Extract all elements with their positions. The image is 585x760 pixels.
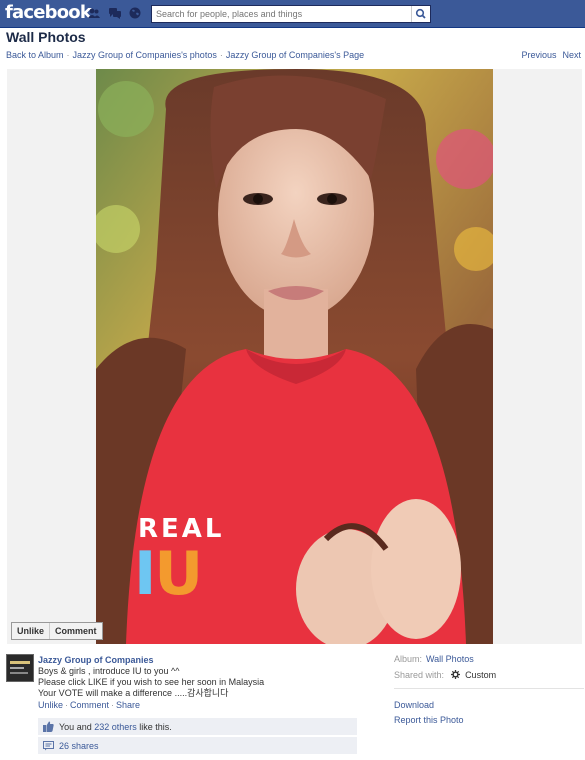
search-input[interactable] (152, 6, 412, 22)
overlay-iu-text: IU (134, 544, 203, 604)
post-unlike-link[interactable]: Unlike (38, 700, 63, 710)
album-row: Album: Wall Photos (394, 654, 584, 665)
download-link[interactable]: Download (394, 698, 464, 713)
likes-suffix: like this. (136, 722, 172, 732)
breadcrumb: Back to Album · Jazzy Group of Companies's… (6, 50, 364, 60)
post-line: Your VOTE will make a difference .....감사… (38, 688, 229, 698)
photo-action-buttons: Unlike Comment (11, 622, 103, 640)
shared-with-label: Shared with: (394, 670, 445, 680)
post-line: Boys & girls , introduce IU to you ^^ (38, 666, 180, 676)
top-bar: facebook (0, 0, 585, 28)
album-link[interactable]: Wall Photos (426, 654, 474, 664)
action-separator: · (111, 700, 115, 710)
notifications-globe-icon[interactable] (129, 7, 141, 19)
likes-row: You and 232 others like this. (38, 718, 357, 735)
likes-text: You and 232 others like this. (59, 722, 172, 732)
shares-row: 26 shares (38, 737, 357, 754)
photo-pager: Previous Next (515, 50, 581, 60)
gear-icon (450, 670, 460, 682)
search-button[interactable] (411, 6, 430, 22)
unlike-button[interactable]: Unlike (12, 623, 49, 639)
others-like-link[interactable]: 232 others (94, 722, 137, 732)
back-to-album-link[interactable]: Back to Album (6, 50, 64, 60)
photo-meta: Album: Wall Photos Shared with: Custom (394, 654, 584, 687)
overlay-u-letter: U (154, 539, 203, 609)
shares-link[interactable]: 26 shares (59, 741, 99, 751)
company-logo-icon (7, 655, 33, 681)
post-actions: Unlike · Comment · Share (38, 700, 358, 711)
company-photos-link[interactable]: Jazzy Group of Companies's photos (73, 50, 217, 60)
album-label: Album: (394, 654, 423, 664)
thumbs-up-icon (43, 721, 54, 732)
avatar[interactable] (6, 654, 34, 682)
messages-icon[interactable] (109, 7, 121, 19)
search-box (151, 5, 431, 23)
breadcrumb-separator: · (66, 50, 70, 60)
real-iu-overlay: REAL IU (134, 516, 224, 604)
previous-link[interactable]: Previous (521, 50, 556, 60)
post-line: Please click LIKE if you wish to see her… (38, 677, 265, 687)
shared-with-row: Shared with: Custom (394, 670, 584, 682)
action-separator: · (65, 700, 69, 710)
post-share-link[interactable]: Share (116, 700, 140, 710)
meta-divider (394, 688, 584, 689)
photo-options: Download Report this Photo (394, 698, 464, 728)
post-author-link[interactable]: Jazzy Group of Companies (38, 655, 358, 666)
post-comment-link[interactable]: Comment (70, 700, 109, 710)
overlay-i-letter: I (134, 539, 156, 609)
friend-requests-icon[interactable] (88, 7, 100, 19)
post-message: Boys & girls , introduce IU to you ^^ Pl… (38, 666, 358, 699)
facebook-logo[interactable]: facebook (5, 2, 92, 23)
share-icon (43, 741, 54, 751)
privacy-selector[interactable]: Custom (465, 670, 496, 680)
main-photo[interactable]: REAL IU (96, 69, 493, 644)
likes-prefix: You and (59, 722, 95, 732)
next-link[interactable]: Next (562, 50, 581, 60)
report-photo-link[interactable]: Report this Photo (394, 713, 464, 728)
breadcrumb-separator: · (219, 50, 223, 60)
comment-button[interactable]: Comment (49, 623, 102, 639)
page-title: Wall Photos (6, 29, 86, 45)
company-page-link[interactable]: Jazzy Group of Companies's Page (226, 50, 364, 60)
post-content: Jazzy Group of Companies Boys & girls , … (38, 655, 358, 711)
search-icon (415, 8, 426, 19)
